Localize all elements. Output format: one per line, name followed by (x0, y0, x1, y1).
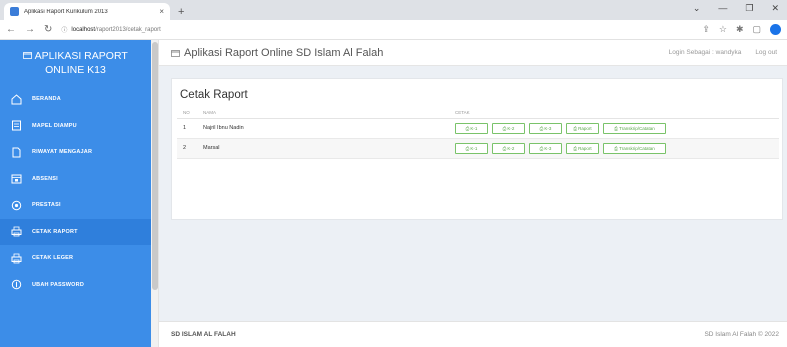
printer-icon (10, 252, 22, 264)
raport-table: NO NAMA CETAK 1 Najril Ibnu Nadin ⎙ K-1 … (177, 107, 779, 159)
table-row: 1 Najril Ibnu Nadin ⎙ K-1 ⎙ K-2 ⎙ K-3 ⎙ … (177, 118, 779, 139)
col-nama: NAMA (197, 107, 449, 119)
close-window-button[interactable]: ✕ (771, 3, 779, 14)
print-k1-button[interactable]: ⎙ K-1 (455, 142, 488, 154)
new-tab-button[interactable]: + (178, 6, 184, 18)
profile-avatar[interactable] (770, 24, 781, 35)
cell-cetak: ⎙ K-1 ⎙ K-2 ⎙ K-3 ⎙ Raport ⎙ Transkrip/C… (449, 118, 779, 139)
sidebar-menu: BERANDA MAPEL DIAMPU RIWAYAT MENGAJAR AB… (0, 86, 151, 298)
info-icon: ⓘ (61, 28, 68, 34)
favicon-icon (10, 7, 19, 16)
cell-cetak: ⎙ K-1 ⎙ K-2 ⎙ K-3 ⎙ Raport ⎙ Transkrip/C… (449, 138, 779, 159)
sidebar-item-beranda[interactable]: BERANDA (0, 86, 151, 113)
sidebar-item-prestasi[interactable]: PRESTASI (0, 192, 151, 219)
calendar-icon (10, 173, 22, 185)
topbar: Aplikasi Raport Online SD Islam Al Falah… (159, 40, 787, 66)
app-title-text: Aplikasi Raport Online SD Islam Al Falah (184, 46, 384, 59)
address-bar: ← → ↻ ⓘ localhost/raport2013/cetak_rapor… (0, 20, 787, 40)
print-k3-button[interactable]: ⎙ K-3 (529, 142, 562, 154)
browser-tab[interactable]: Aplikasi Raport Kurikulum 2013 × (4, 3, 170, 20)
sidebar-item-label: CETAK LEGER (32, 255, 74, 262)
window-controls: ⌄ — ❐ ✕ (693, 3, 779, 14)
tab-title: Aplikasi Raport Kurikulum 2013 (24, 8, 108, 15)
sidebar-item-cetak-raport[interactable]: CETAK RAPORT (0, 218, 151, 245)
sidepanel-icon[interactable]: ▢ (752, 24, 761, 35)
print-raport-button[interactable]: ⎙ Raport (566, 142, 599, 154)
cell-no: 1 (177, 118, 197, 139)
sidebar-item-mapel-diampu[interactable]: MAPEL DIAMPU (0, 113, 151, 140)
print-k1-button[interactable]: ⎙ K-1 (455, 122, 488, 134)
sidebar-item-label: UBAH PASSWORD (32, 281, 84, 288)
award-icon (10, 199, 22, 211)
logout-link[interactable]: Log out (755, 49, 777, 56)
app: APLIKASI RAPORT ONLINE K13 BERANDA MAPEL… (0, 40, 787, 347)
back-icon[interactable]: ← (6, 24, 16, 35)
cell-nama: Najril Ibnu Nadin (197, 118, 449, 139)
brand-line-1: APLIKASI RAPORT (23, 49, 128, 63)
sidebar-item-label: MAPEL DIAMPU (32, 122, 77, 129)
sidebar-item-riwayat-mengajar[interactable]: RIWAYAT MENGAJAR (0, 139, 151, 166)
chevron-down-icon[interactable]: ⌄ (693, 3, 701, 14)
sidebar-item-label: RIWAYAT MENGAJAR (32, 149, 93, 156)
restore-button[interactable]: ❐ (745, 3, 753, 14)
url-host: localhost (71, 26, 96, 33)
print-transkrip-button[interactable]: ⎙ Transkrip/Catatan (603, 142, 666, 154)
sidebar-item-ubah-password[interactable]: UBAH PASSWORD (0, 272, 151, 299)
cetak-raport-card: Cetak Raport NO NAMA CETAK 1 Najril Ibnu… (171, 78, 783, 220)
browser-tabbar: Aplikasi Raport Kurikulum 2013 × + ⌄ — ❐… (0, 0, 787, 20)
footer-school-name: SD ISLAM AL FALAH (171, 331, 236, 338)
cell-no: 2 (177, 138, 197, 159)
minimize-button[interactable]: — (718, 3, 727, 14)
topbar-right: Login Sebagai : wandyka Log out (669, 49, 777, 56)
url-path: /raport2013/cetak_raport (95, 26, 161, 33)
book-icon (10, 120, 22, 132)
app-title: Aplikasi Raport Online SD Islam Al Falah (171, 47, 383, 59)
sidebar-item-label: PRESTASI (32, 202, 61, 209)
tab-close-icon[interactable]: × (159, 7, 164, 16)
footer: SD ISLAM AL FALAH SD Islam Al Falah © 20… (159, 321, 787, 347)
forward-icon[interactable]: → (25, 24, 35, 35)
print-k2-button[interactable]: ⎙ K-2 (492, 122, 525, 134)
extensions-icon[interactable]: ✱ (736, 24, 744, 35)
sidebar-item-absensi[interactable]: ABSENSI (0, 166, 151, 193)
sidebar-item-label: CETAK RAPORT (32, 228, 78, 235)
sidebar-item-cetak-leger[interactable]: CETAK LEGER (0, 245, 151, 272)
document-icon (10, 146, 22, 158)
url-field[interactable]: ⓘ localhost/raport2013/cetak_raport (61, 25, 693, 35)
home-icon (10, 93, 22, 105)
print-k3-button[interactable]: ⎙ K-3 (529, 122, 562, 134)
table-header-row: NO NAMA CETAK (177, 107, 779, 119)
key-icon (10, 279, 22, 291)
print-k2-button[interactable]: ⎙ K-2 (492, 142, 525, 154)
brand-line-2: ONLINE K13 (45, 64, 106, 76)
print-raport-button[interactable]: ⎙ Raport (566, 122, 599, 134)
sidebar-item-label: ABSENSI (32, 175, 58, 182)
share-icon[interactable]: ⇪ (702, 24, 710, 35)
gift-icon (23, 52, 33, 59)
address-icons: ⇪ ☆ ✱ ▢ (702, 24, 781, 35)
table-row: 2 Marsal ⎙ K-1 ⎙ K-2 ⎙ K-3 ⎙ Raport ⎙ Tr… (177, 138, 779, 159)
col-no: NO (177, 107, 197, 119)
username: wandyka (715, 49, 742, 56)
footer-copyright: SD Islam Al Falah © 2022 (704, 331, 779, 338)
col-cetak: CETAK (449, 107, 779, 119)
sidebar: APLIKASI RAPORT ONLINE K13 BERANDA MAPEL… (0, 40, 151, 347)
printer-icon (10, 226, 22, 238)
sidebar-scrollbar-thumb[interactable] (152, 42, 158, 290)
print-transkrip-button[interactable]: ⎙ Transkrip/Catatan (603, 122, 666, 134)
brand-logo[interactable]: APLIKASI RAPORT ONLINE K13 (0, 40, 151, 86)
page-title: Cetak Raport (180, 89, 248, 101)
sidebar-item-label: BERANDA (32, 96, 61, 103)
main-content: Aplikasi Raport Online SD Islam Al Falah… (159, 40, 787, 347)
cell-nama: Marsal (197, 138, 449, 159)
gift-icon (171, 49, 180, 57)
star-icon[interactable]: ☆ (719, 24, 727, 35)
reload-icon[interactable]: ↻ (44, 24, 52, 35)
login-info: Login Sebagai : wandyka (668, 49, 742, 56)
